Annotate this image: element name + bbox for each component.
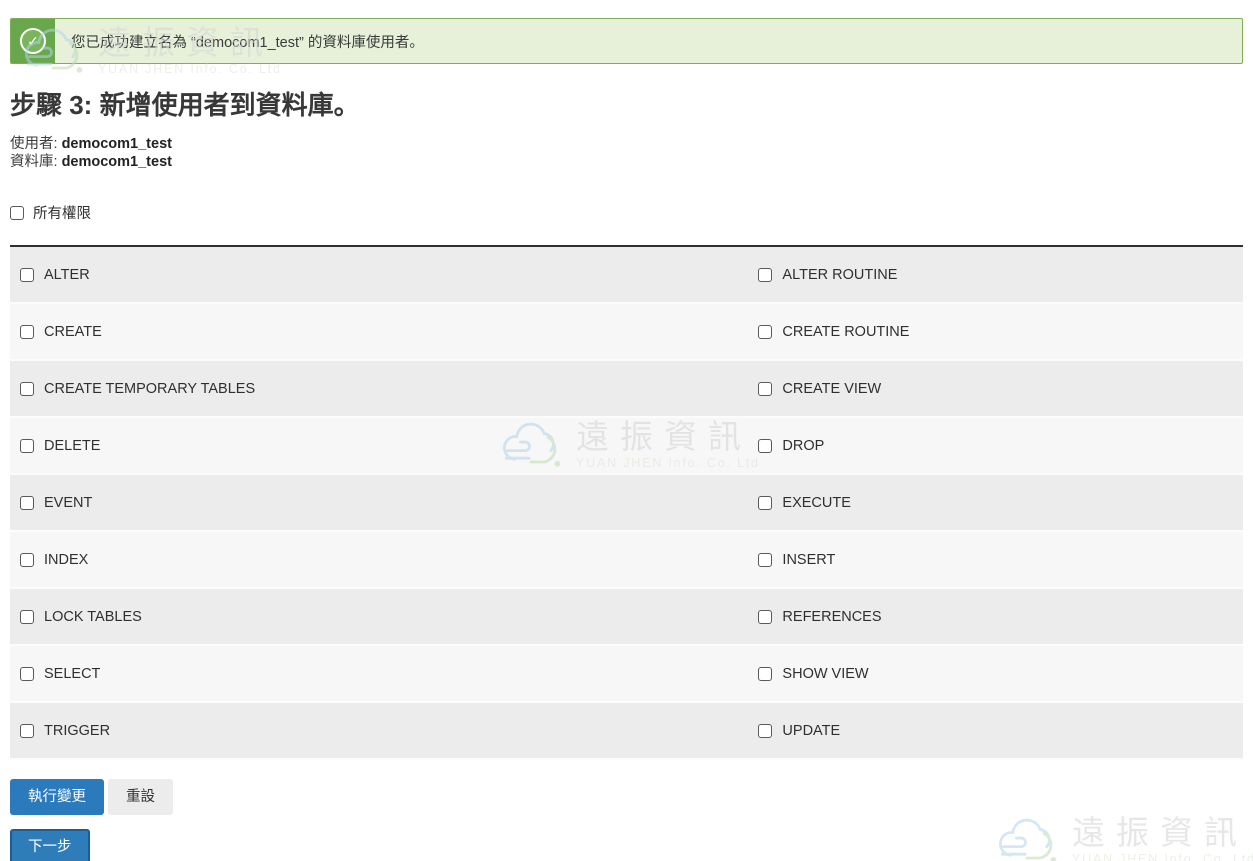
privilege-checkbox-create-view[interactable] (758, 382, 772, 396)
privilege-row: SELECT SHOW VIEW (10, 646, 1243, 703)
privilege-label: CREATE TEMPORARY TABLES (44, 381, 255, 397)
user-value: democom1_test (62, 136, 172, 152)
actions-row: 執行變更 重設 (10, 779, 1243, 815)
privilege-option-lock-tables[interactable]: LOCK TABLES (10, 589, 758, 644)
privilege-label: CREATE ROUTINE (782, 324, 909, 340)
privilege-option-create-view[interactable]: CREATE VIEW (758, 361, 1243, 416)
privilege-checkbox-alter[interactable] (20, 268, 34, 282)
success-message: 您已成功建立名為 “democom1_test” 的資料庫使用者。 (55, 19, 424, 63)
privilege-checkbox-execute[interactable] (758, 496, 772, 510)
database-line: 資料庫: democom1_test (10, 153, 1243, 171)
privilege-option-references[interactable]: REFERENCES (758, 589, 1243, 644)
next-step-row: 下一步 (10, 829, 1243, 861)
privilege-label: CREATE (44, 324, 102, 340)
privileges-table: ALTERALTER ROUTINECREATECREATE ROUTINECR… (10, 245, 1243, 760)
privilege-option-create[interactable]: CREATE (10, 304, 758, 359)
privilege-label: INSERT (782, 552, 835, 568)
make-changes-button[interactable]: 執行變更 (10, 779, 104, 815)
privilege-row: TRIGGER UPDATE (10, 703, 1243, 760)
privilege-checkbox-delete[interactable] (20, 439, 34, 453)
privilege-label: EVENT (44, 495, 92, 511)
privilege-option-event[interactable]: EVENT (10, 475, 758, 530)
privilege-checkbox-update[interactable] (758, 724, 772, 738)
success-banner: ✓ 您已成功建立名為 “democom1_test” 的資料庫使用者。 (10, 18, 1243, 64)
reset-button[interactable]: 重設 (108, 779, 173, 815)
privilege-label: CREATE VIEW (782, 381, 881, 397)
privilege-checkbox-event[interactable] (20, 496, 34, 510)
user-label: 使用者: (10, 136, 58, 152)
all-privileges-label: 所有權限 (33, 202, 91, 223)
privilege-row: INDEX INSERT (10, 532, 1243, 589)
privilege-checkbox-alter-routine[interactable] (758, 268, 772, 282)
privilege-checkbox-lock-tables[interactable] (20, 610, 34, 624)
privilege-row: EVENT EXECUTE (10, 475, 1243, 532)
privilege-label: ALTER ROUTINE (782, 267, 897, 283)
privilege-option-create-temporary-tables[interactable]: CREATE TEMPORARY TABLES (10, 361, 758, 416)
all-privileges-checkbox[interactable] (10, 206, 24, 220)
privilege-row: CREATE CREATE ROUTINE (10, 304, 1243, 361)
next-step-button[interactable]: 下一步 (10, 829, 90, 861)
privilege-option-update[interactable]: UPDATE (758, 703, 1243, 758)
database-value: democom1_test (62, 154, 172, 170)
privilege-option-index[interactable]: INDEX (10, 532, 758, 587)
privilege-checkbox-trigger[interactable] (20, 724, 34, 738)
privilege-checkbox-create-routine[interactable] (758, 325, 772, 339)
privilege-option-alter[interactable]: ALTER (10, 247, 758, 302)
privilege-option-delete[interactable]: DELETE (10, 418, 758, 473)
privilege-checkbox-references[interactable] (758, 610, 772, 624)
privilege-option-drop[interactable]: DROP (758, 418, 1243, 473)
privilege-label: DROP (782, 438, 824, 454)
privilege-option-trigger[interactable]: TRIGGER (10, 703, 758, 758)
privilege-row: CREATE TEMPORARY TABLES CREATE VIEW (10, 361, 1243, 418)
privilege-label: ALTER (44, 267, 90, 283)
privilege-option-select[interactable]: SELECT (10, 646, 758, 701)
privilege-label: TRIGGER (44, 723, 110, 739)
privilege-checkbox-create-temporary-tables[interactable] (20, 382, 34, 396)
privilege-checkbox-create[interactable] (20, 325, 34, 339)
privilege-label: REFERENCES (782, 609, 881, 625)
success-icon-block: ✓ (11, 19, 55, 63)
privilege-label: SHOW VIEW (782, 666, 868, 682)
privilege-checkbox-drop[interactable] (758, 439, 772, 453)
all-privileges-option[interactable]: 所有權限 (10, 202, 91, 223)
privilege-option-create-routine[interactable]: CREATE ROUTINE (758, 304, 1243, 359)
privilege-label: INDEX (44, 552, 88, 568)
privilege-checkbox-select[interactable] (20, 667, 34, 681)
privilege-checkbox-index[interactable] (20, 553, 34, 567)
privilege-option-execute[interactable]: EXECUTE (758, 475, 1243, 530)
privilege-row: LOCK TABLES REFERENCES (10, 589, 1243, 646)
privilege-checkbox-insert[interactable] (758, 553, 772, 567)
privilege-row: ALTER ALTER ROUTINE (10, 247, 1243, 304)
mysql-database-wizard-page: ✓ 您已成功建立名為 “democom1_test” 的資料庫使用者。 步驟 3… (0, 18, 1253, 861)
privilege-label: EXECUTE (782, 495, 851, 511)
privilege-checkbox-show-view[interactable] (758, 667, 772, 681)
privilege-label: UPDATE (782, 723, 840, 739)
privilege-option-insert[interactable]: INSERT (758, 532, 1243, 587)
privilege-row: DELETE DROP (10, 418, 1243, 475)
privilege-label: LOCK TABLES (44, 609, 142, 625)
check-circle-icon: ✓ (20, 28, 46, 54)
privilege-label: SELECT (44, 666, 100, 682)
privilege-label: DELETE (44, 438, 100, 454)
database-label: 資料庫: (10, 154, 58, 170)
page-title: 步驟 3: 新增使用者到資料庫。 (10, 85, 1243, 122)
privilege-option-show-view[interactable]: SHOW VIEW (758, 646, 1243, 701)
privilege-option-alter-routine[interactable]: ALTER ROUTINE (758, 247, 1243, 302)
user-line: 使用者: democom1_test (10, 135, 1243, 153)
